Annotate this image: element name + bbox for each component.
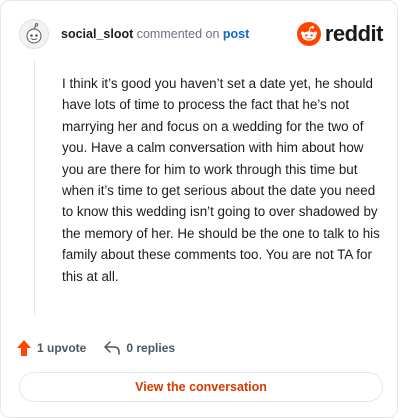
comment-card: social_sloot commented on post reddit I …: [0, 0, 398, 418]
username[interactable]: social_sloot: [61, 27, 133, 41]
action-text: commented on: [136, 27, 220, 41]
comment-header: social_sloot commented on post reddit: [19, 17, 384, 51]
snoo-avatar-icon[interactable]: [19, 19, 49, 49]
reddit-brand[interactable]: reddit: [296, 21, 384, 47]
upvote-count: 1 upvote: [37, 341, 87, 355]
comment-body: I think it’s good you haven’t set a date…: [62, 76, 380, 284]
reddit-logo-icon: [296, 22, 321, 46]
view-conversation-button[interactable]: View the conversation: [19, 372, 383, 402]
brand-name: reddit: [324, 21, 384, 46]
upvote-button[interactable]: 1 upvote: [17, 340, 86, 356]
comment-actions: 1 upvote 0 replies: [17, 337, 175, 359]
reply-arrow-icon: [104, 341, 121, 355]
comment-meta: social_sloot commented on post: [61, 27, 249, 41]
upvote-arrow-icon: [17, 340, 31, 356]
thread-line: [34, 59, 35, 315]
replies-button[interactable]: 0 replies: [104, 341, 175, 355]
replies-count: 0 replies: [126, 341, 176, 355]
post-link[interactable]: post: [223, 27, 249, 41]
